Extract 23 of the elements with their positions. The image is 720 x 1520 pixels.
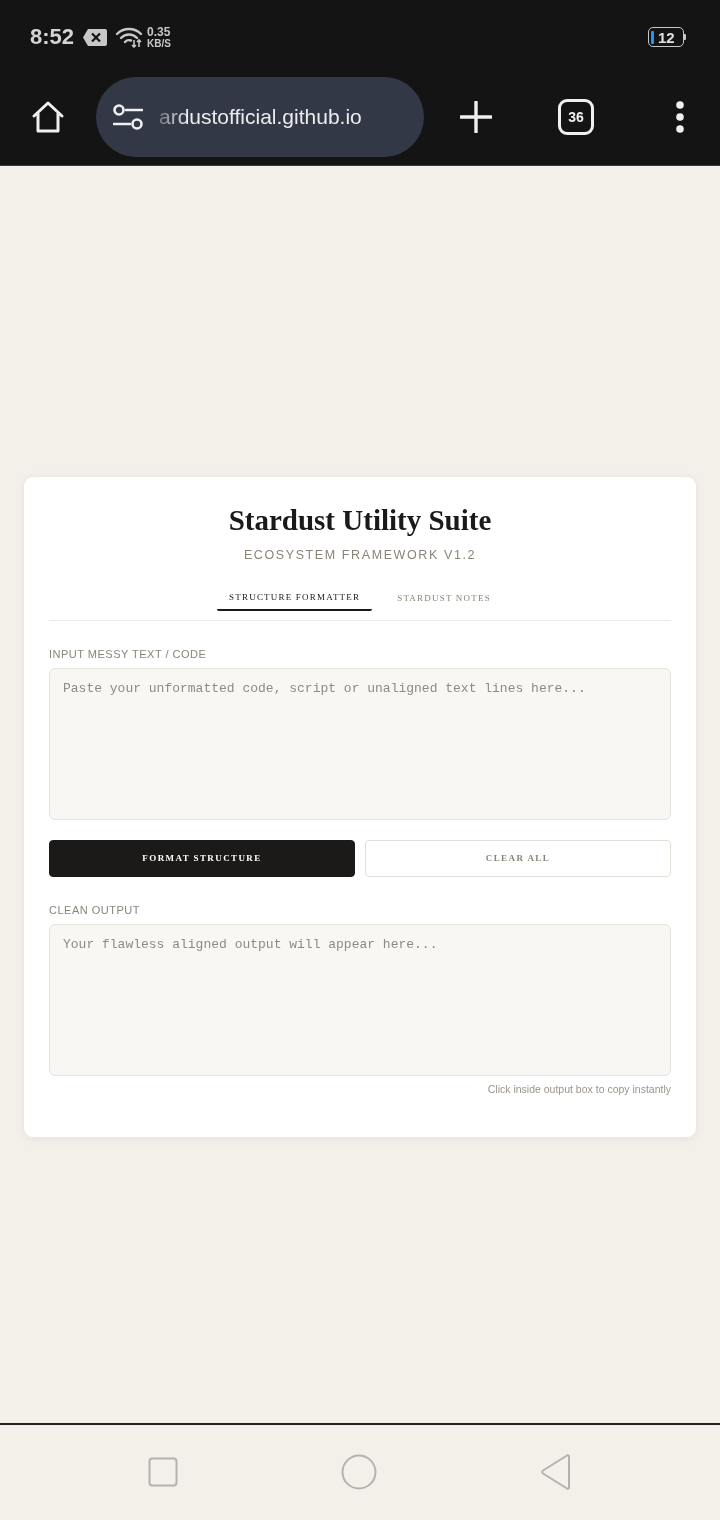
sliders-icon[interactable] xyxy=(113,103,143,130)
field-label: INPUT MESSY TEXT / CODE xyxy=(49,647,208,661)
x-box-icon xyxy=(83,28,108,46)
battery-percentage: 12 xyxy=(658,29,675,45)
action-button[interactable]: FORMAT STRUCTURE xyxy=(49,840,355,877)
action-button[interactable]: CLEAR ALL xyxy=(365,840,671,877)
network-speed-unit: KB/S xyxy=(147,38,171,49)
clock-time: 8:52 xyxy=(30,26,75,48)
text-area-field[interactable]: Paste your unformatted code, script or unaligned text lines here... xyxy=(49,668,671,820)
field-label: CLEAN OUTPUT xyxy=(49,903,141,917)
app-subtitle: ECOSYSTEM FRAMEWORK V1.2 xyxy=(242,547,478,564)
new-tab-plus-icon[interactable] xyxy=(460,100,492,133)
wifi-icon xyxy=(115,26,144,48)
url-text[interactable]: ardustofficial.github.io xyxy=(159,100,362,133)
text-area-field[interactable]: Your flawless aligned output will appear here... xyxy=(49,924,671,1076)
tab[interactable]: STARDUST NOTES xyxy=(385,584,503,611)
address-bar[interactable]: ardustofficial.github.io xyxy=(96,76,424,157)
app-title: Stardust Utility Suite xyxy=(227,503,493,538)
copy-hint: Click inside output box to copy instantly xyxy=(486,1082,671,1096)
network-speed-value: 0.35 xyxy=(147,25,171,38)
tab-switcher-button[interactable]: 36 xyxy=(558,98,594,135)
menu-icon[interactable] xyxy=(676,100,684,133)
tab[interactable]: STRUCTURE FORMATTER xyxy=(217,584,373,611)
